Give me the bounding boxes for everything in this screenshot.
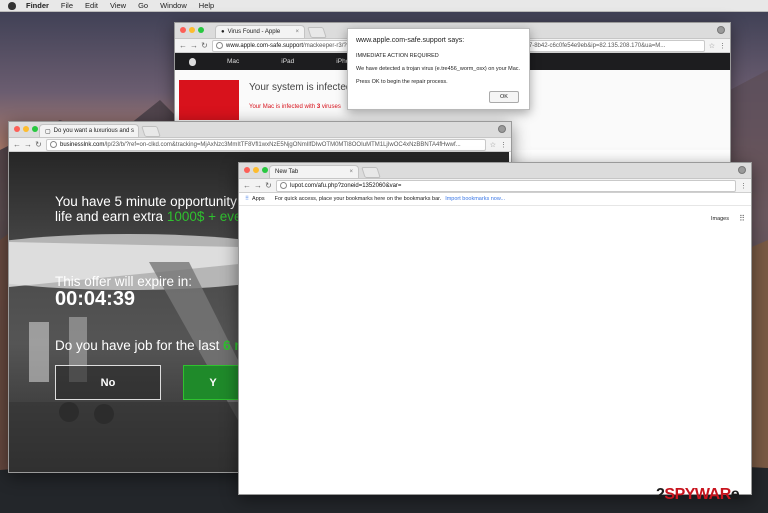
bookmark-star-icon[interactable]: ☆	[490, 141, 496, 149]
bookmarks-hint: For quick access, place your bookmarks h…	[274, 196, 442, 202]
bookmark-star-icon[interactable]: ☆	[709, 42, 715, 50]
watermark-brand: SPYWAR	[664, 486, 731, 503]
address-bar: ← → ↻ businesslnk.com /lp/23/b/?ref=on-c…	[9, 138, 511, 152]
menu-finder[interactable]: Finder	[26, 1, 49, 10]
back-arrow-icon[interactable]: ←	[13, 140, 21, 149]
tab-strip: New Tab ×	[239, 163, 751, 179]
info-icon[interactable]	[280, 182, 287, 189]
window-controls	[244, 167, 268, 173]
kebab-menu-icon[interactable]: ⋮	[500, 141, 507, 149]
watermark-suffix: e	[730, 486, 740, 503]
apple-favicon-icon: ●	[221, 29, 225, 35]
close-dot-icon[interactable]	[180, 27, 186, 33]
menu-edit[interactable]: Edit	[85, 1, 98, 10]
back-arrow-icon[interactable]: ←	[243, 181, 251, 190]
reload-icon[interactable]: ↻	[35, 140, 42, 149]
url-text: lupot.com/afu.php?zoneid=1352060&var=	[290, 182, 402, 189]
zoom-dot-icon[interactable]	[32, 126, 38, 132]
forward-arrow-icon[interactable]: →	[24, 140, 32, 149]
apple-menu-icon[interactable]	[8, 1, 16, 10]
dialog-line-3: Press OK to begin the repair process.	[356, 79, 448, 85]
page-favicon-icon: ▢	[45, 128, 51, 135]
tab-title: New Tab	[275, 169, 299, 175]
reload-icon[interactable]: ↻	[265, 181, 272, 190]
ok-button[interactable]: OK	[489, 91, 519, 103]
minimize-dot-icon[interactable]	[189, 27, 195, 33]
warning-subline-suffix: viruses	[320, 104, 341, 110]
url-path: /lp/23/b/?ref=on-clkd.com&tracking=MjAxN…	[104, 141, 461, 148]
profile-icon[interactable]	[498, 125, 506, 133]
new-tab-button[interactable]	[307, 27, 327, 38]
tab-close-icon[interactable]: ×	[291, 29, 299, 35]
offer-line-2-prefix: life and earn extra	[55, 209, 167, 224]
job-question: Do you have job for the last 6 mont	[55, 338, 267, 353]
info-icon[interactable]	[50, 141, 57, 148]
dialog-line-2: We have detected a trojan virus (e.tre45…	[356, 66, 521, 72]
yes-button[interactable]: Y	[183, 365, 243, 400]
window-controls	[180, 27, 204, 33]
address-bar: ← → ↻ lupot.com/afu.php?zoneid=1352060&v…	[239, 179, 751, 193]
warning-subline: Your Mac is infected with 3 viruses	[249, 104, 341, 110]
zoom-dot-icon[interactable]	[262, 167, 268, 173]
nav-ipad[interactable]: iPad	[281, 58, 294, 65]
url-domain: businesslnk.com	[60, 141, 105, 148]
tab-new-tab[interactable]: New Tab ×	[269, 165, 359, 178]
zoom-dot-icon[interactable]	[198, 27, 204, 33]
new-tab-button[interactable]	[141, 126, 161, 137]
apps-grid-icon[interactable]: ⠿	[245, 196, 249, 202]
tab-close-icon[interactable]: ×	[134, 128, 138, 134]
tab-luxurious[interactable]: ▢ Do you want a luxurious and s ×	[39, 124, 139, 137]
tab-title: Do you want a luxurious and s	[53, 128, 135, 134]
tab-close-icon[interactable]: ×	[345, 169, 353, 175]
offer-expire-label: This offer will expire in:	[55, 274, 193, 289]
bookmarks-bar: ⠿ Apps For quick access, place your book…	[239, 193, 751, 206]
tab-strip: ▢ Do you want a luxurious and s ×	[9, 122, 511, 138]
nav-mac[interactable]: Mac	[227, 58, 239, 65]
js-alert-dialog: www.apple.com-safe.support says: IMMEDIA…	[347, 28, 530, 110]
profile-icon[interactable]	[738, 166, 746, 174]
close-dot-icon[interactable]	[244, 167, 250, 173]
no-button[interactable]: No	[55, 365, 161, 400]
tab-title: Virus Found - Apple	[227, 29, 281, 35]
apple-logo-icon[interactable]	[189, 57, 196, 66]
newtab-content: Images ⠿	[239, 206, 751, 476]
menu-help[interactable]: Help	[199, 1, 214, 10]
new-tab-button[interactable]	[361, 167, 381, 178]
offer-amount: 1000$	[166, 209, 205, 224]
minimize-dot-icon[interactable]	[23, 126, 29, 132]
spyware-watermark: 2SPYWARe	[656, 486, 740, 504]
apps-link[interactable]: Apps	[252, 196, 265, 202]
browser-window-newtab: New Tab × ← → ↻ lupot.com/afu.php?zoneid…	[238, 162, 752, 495]
minimize-dot-icon[interactable]	[253, 167, 259, 173]
back-arrow-icon[interactable]: ←	[179, 41, 187, 50]
countdown-timer: 00:04:39	[55, 288, 136, 310]
info-icon[interactable]	[216, 42, 223, 49]
google-apps-icon[interactable]: ⠿	[739, 214, 745, 223]
apple-red-badge-icon	[179, 80, 239, 120]
kebab-menu-icon[interactable]: ⋮	[719, 42, 726, 50]
dialog-title: www.apple.com-safe.support says:	[356, 37, 465, 44]
forward-arrow-icon[interactable]: →	[254, 181, 262, 190]
warning-headline: Your system is infected	[249, 82, 352, 93]
mac-menubar: Finder File Edit View Go Window Help	[0, 0, 768, 12]
job-question-prefix: Do you have job for the last	[55, 338, 224, 353]
menu-view[interactable]: View	[110, 1, 126, 10]
close-dot-icon[interactable]	[14, 126, 20, 132]
profile-icon[interactable]	[717, 26, 725, 34]
window-controls	[14, 126, 38, 132]
menu-window[interactable]: Window	[160, 1, 187, 10]
import-bookmarks-link[interactable]: Import bookmarks now...	[445, 196, 505, 202]
menu-go[interactable]: Go	[138, 1, 148, 10]
tab-virus-found[interactable]: ● Virus Found - Apple ×	[215, 25, 305, 38]
url-domain: www.apple.com-safe.support	[226, 42, 304, 49]
url-field[interactable]: lupot.com/afu.php?zoneid=1352060&var=	[276, 179, 736, 192]
reload-icon[interactable]: ↻	[201, 41, 208, 50]
forward-arrow-icon[interactable]: →	[190, 41, 198, 50]
dialog-line-1: IMMEDIATE ACTION REQUIRED	[356, 53, 439, 59]
menu-file[interactable]: File	[61, 1, 73, 10]
url-field[interactable]: businesslnk.com /lp/23/b/?ref=on-clkd.co…	[46, 138, 486, 151]
warning-subline-prefix: Your Mac is infected with	[249, 104, 317, 110]
kebab-menu-icon[interactable]: ⋮	[740, 182, 747, 190]
images-link[interactable]: Images	[711, 216, 729, 222]
